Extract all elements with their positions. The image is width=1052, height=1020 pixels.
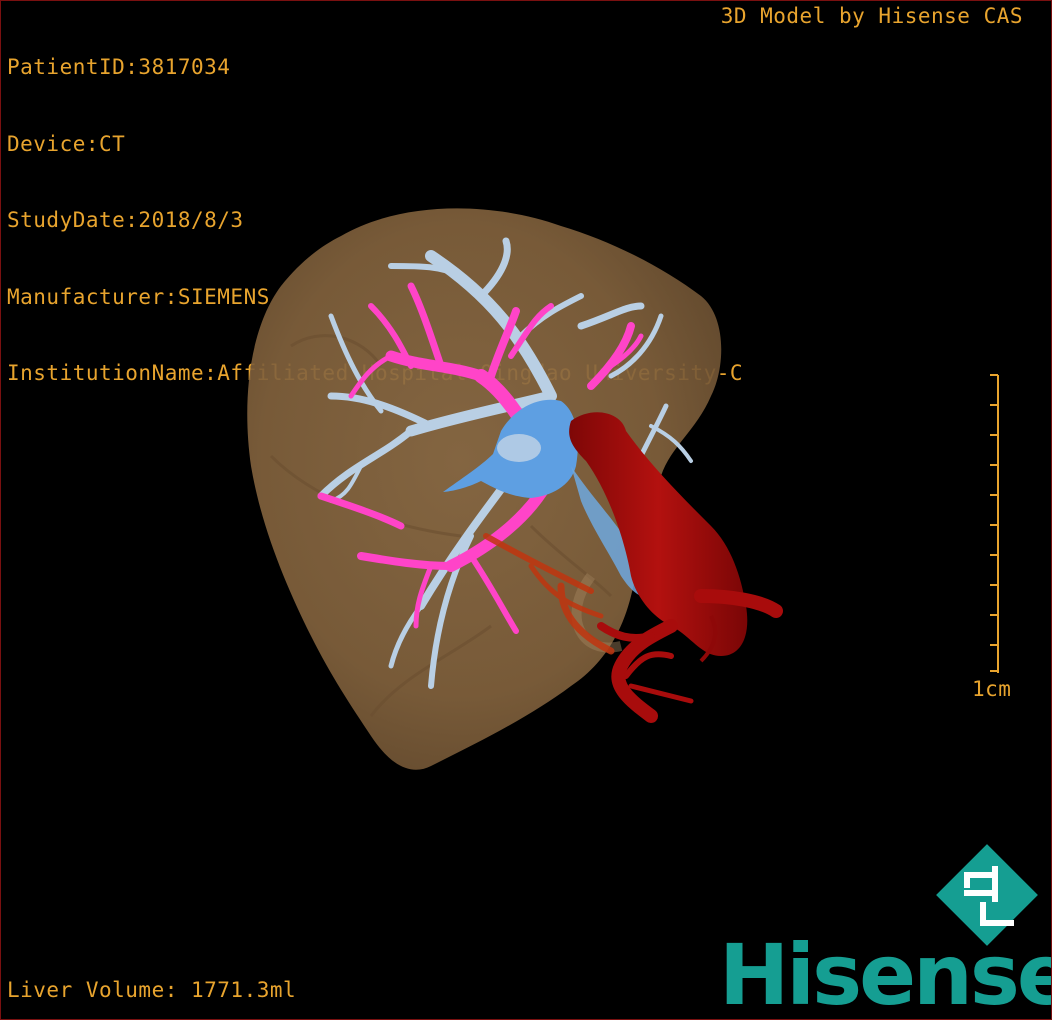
- liver-volume: Liver Volume: 1771.3ml: [7, 977, 297, 1002]
- hisense-brand-logo: Hisense: [719, 926, 1052, 1020]
- scale-bar-label: 1cm: [972, 677, 1012, 701]
- scale-bar: [990, 374, 999, 673]
- liver-3d-model[interactable]: [231, 196, 791, 786]
- 3d-viewport[interactable]: PatientID:3817034 Device:CT StudyDate:20…: [0, 0, 1052, 1020]
- model-watermark: 3D Model by Hisense CAS: [720, 4, 1023, 28]
- device: Device:CT: [7, 131, 126, 156]
- patient-id: PatientID:3817034: [7, 55, 231, 79]
